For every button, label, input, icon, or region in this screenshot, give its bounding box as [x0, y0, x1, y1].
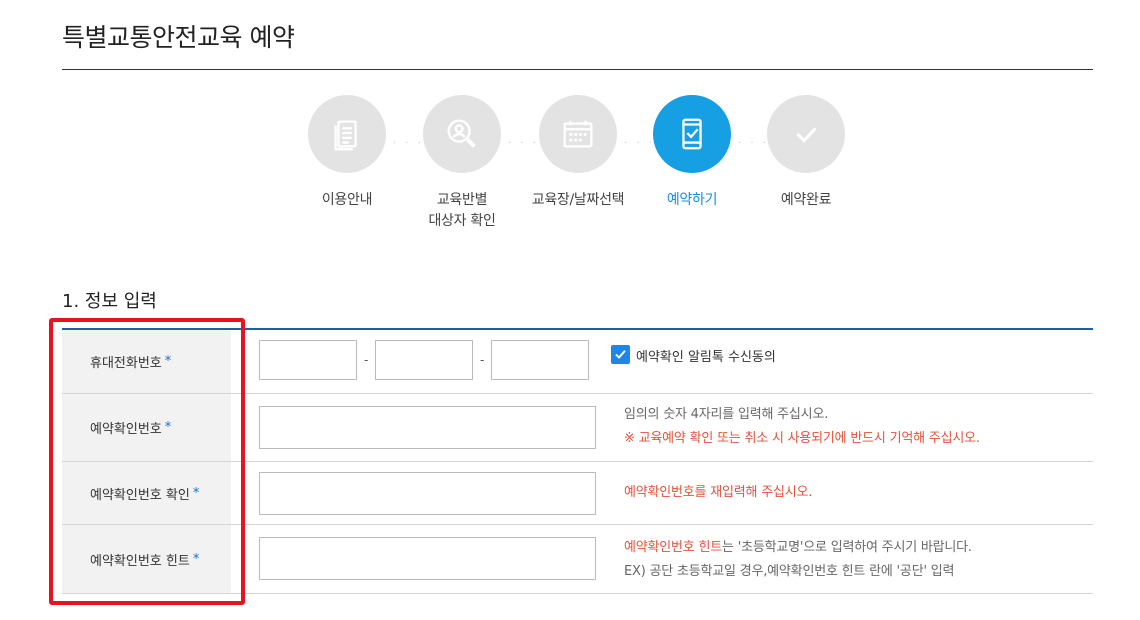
step-label: 예약하기: [666, 192, 718, 208]
document-icon: [308, 95, 386, 173]
search-person-icon: [423, 95, 501, 173]
pin-input[interactable]: [259, 406, 596, 449]
page-title: 특별교통안전교육 예약: [62, 23, 295, 52]
step-reserve: 예약하기: [632, 95, 752, 211]
reservation-steps: 이용안내 · · · 교육반별 대상자 확인 · · · 교육장/날짜선택 · …: [0, 95, 1140, 245]
step-label: 교육반별 대상자 확인: [428, 192, 496, 229]
agree-checkbox[interactable]: [611, 345, 630, 364]
phone-part2-input[interactable]: [375, 340, 473, 380]
section-title: 1. 정보 입력: [62, 291, 157, 312]
step-label: 예약완료: [780, 192, 832, 208]
pin-hint-input[interactable]: [259, 537, 596, 580]
pin-confirm-help: 예약확인번호를 재입력해 주십시오.: [624, 485, 813, 500]
step-label: 교육장/날짜선택: [531, 192, 625, 208]
phone-check-icon: [653, 95, 731, 173]
agree-label[interactable]: 예약확인 알림톡 수신동의: [636, 346, 776, 365]
step-label: 이용안내: [321, 192, 373, 208]
label-column-highlight: [49, 318, 245, 605]
step-guide: 이용안내: [287, 95, 407, 211]
phone-separator: -: [364, 353, 369, 367]
pin-help: 임의의 숫자 4자리를 입력해 주십시오. ※ 교육예약 확인 또는 취소 시 …: [624, 407, 980, 446]
step-eligibility: 교육반별 대상자 확인: [402, 95, 522, 232]
pin-hint-help: 예약확인번호 힌트는 '초등학교명'으로 입력하여 주시기 바랍니다. EX) …: [624, 540, 972, 579]
title-divider: [62, 69, 1093, 70]
calendar-icon: [539, 95, 617, 173]
pin-confirm-input[interactable]: [259, 472, 596, 515]
phone-part3-input[interactable]: [491, 340, 589, 380]
phone-part1-input[interactable]: [259, 340, 357, 380]
step-complete: 예약완료: [746, 95, 866, 211]
step-venue-date: 교육장/날짜선택: [518, 95, 638, 211]
phone-separator: -: [480, 353, 485, 367]
check-icon: [767, 95, 845, 173]
